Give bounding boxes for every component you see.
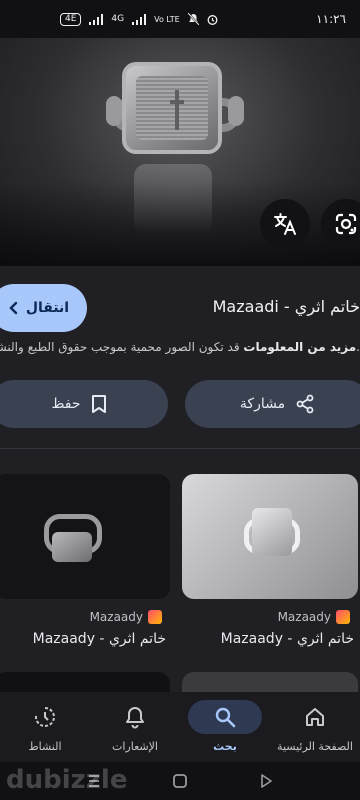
- nav-search[interactable]: بحث: [180, 692, 270, 762]
- status-icons: 4E 4G Vo LTE: [60, 12, 218, 26]
- ring-hinge-left: [106, 96, 122, 126]
- nav-icon-wrap: [8, 700, 82, 734]
- save-button[interactable]: حفظ: [0, 380, 168, 428]
- ring-face: [122, 62, 222, 154]
- google-lens-icon: [335, 213, 357, 235]
- signal-icon-2: [132, 13, 147, 25]
- nav-label: الإشعارات: [112, 740, 158, 753]
- home-icon: [306, 708, 324, 726]
- share-icon: [296, 394, 314, 414]
- result-thumbnail: [182, 474, 358, 599]
- alarm-icon: [207, 14, 218, 25]
- source-name: Mazaady: [277, 610, 331, 624]
- result-card-partial[interactable]: [0, 672, 170, 692]
- nav-icon-wrap: [278, 700, 352, 734]
- chevron-left-icon: [9, 301, 18, 315]
- result-source: Mazaady: [90, 610, 162, 624]
- translate-icon: [274, 213, 296, 235]
- watermark: dubizzle: [6, 765, 128, 795]
- visit-button[interactable]: انتقال: [0, 284, 87, 332]
- ring-hinge-right: [228, 96, 244, 126]
- result-source: Mazaady: [278, 610, 350, 624]
- result-title: Mazaady - خاتم اثري: [220, 631, 354, 647]
- clock: ١١:٢٦: [316, 12, 346, 26]
- result-card-partial[interactable]: [182, 672, 358, 692]
- signal-icon: [89, 13, 104, 25]
- more-info-link[interactable]: مزيد من المعلومات: [243, 340, 356, 354]
- network-badge: 4E: [60, 12, 82, 26]
- source-name: Mazaady: [89, 610, 143, 624]
- visit-label: انتقال: [25, 300, 70, 316]
- volte-label: Vo LTE: [154, 14, 180, 24]
- network-type: 4G: [111, 14, 125, 24]
- nav-label: النشاط: [28, 740, 62, 753]
- translate-button[interactable]: [260, 199, 310, 249]
- image-details-panel: انتقال Mazaadi - خاتم اثري مزيد من المعل…: [0, 266, 360, 456]
- nav-icon-wrap: [188, 700, 262, 734]
- divider: [0, 448, 360, 449]
- back-icon[interactable]: [258, 773, 274, 789]
- mazaady-favicon-icon: [148, 610, 162, 624]
- ring-reflection: [134, 164, 212, 234]
- share-button[interactable]: مشاركة: [185, 380, 360, 428]
- cross-icon: [170, 90, 184, 130]
- bell-icon: [126, 707, 144, 729]
- mazaady-favicon-icon: [336, 610, 350, 624]
- search-icon: [215, 707, 236, 728]
- hero-image[interactable]: [0, 38, 360, 266]
- result-title: Mazaady - خاتم اثري: [32, 631, 166, 647]
- copyright-notice: مزيد من المعلومات قد تكون الصور محمية بم…: [0, 340, 360, 354]
- page-title[interactable]: Mazaadi - خاتم اثري: [213, 297, 360, 316]
- nav-notifications[interactable]: الإشعارات: [90, 692, 180, 762]
- ring-thumbnail-face: [52, 532, 92, 562]
- status-bar: 4E 4G Vo LTE ١١:٢٦: [0, 0, 360, 38]
- bookmark-icon: [91, 395, 106, 413]
- nav-label: الصفحة الرئيسية: [277, 740, 353, 753]
- nav-label: بحث: [213, 740, 237, 753]
- mute-icon: [187, 13, 199, 25]
- save-label: حفظ: [51, 396, 81, 412]
- nav-icon-wrap: [98, 700, 172, 734]
- result-thumbnail: [0, 474, 170, 599]
- home-button-icon[interactable]: [172, 773, 188, 789]
- ring-engraving: [136, 76, 208, 140]
- history-icon: [35, 707, 55, 727]
- nav-activity[interactable]: النشاط: [0, 692, 90, 762]
- screen: 4E 4G Vo LTE ١١:٢٦ انتقال Mazaadi - خاتم…: [0, 0, 360, 800]
- share-label: مشاركة: [239, 396, 286, 412]
- bottom-navigation: النشاط الإشعارات بحث الصفحة الرئيسية: [0, 692, 360, 762]
- nav-home[interactable]: الصفحة الرئيسية: [270, 692, 360, 762]
- ring-thumbnail-face: [252, 508, 292, 556]
